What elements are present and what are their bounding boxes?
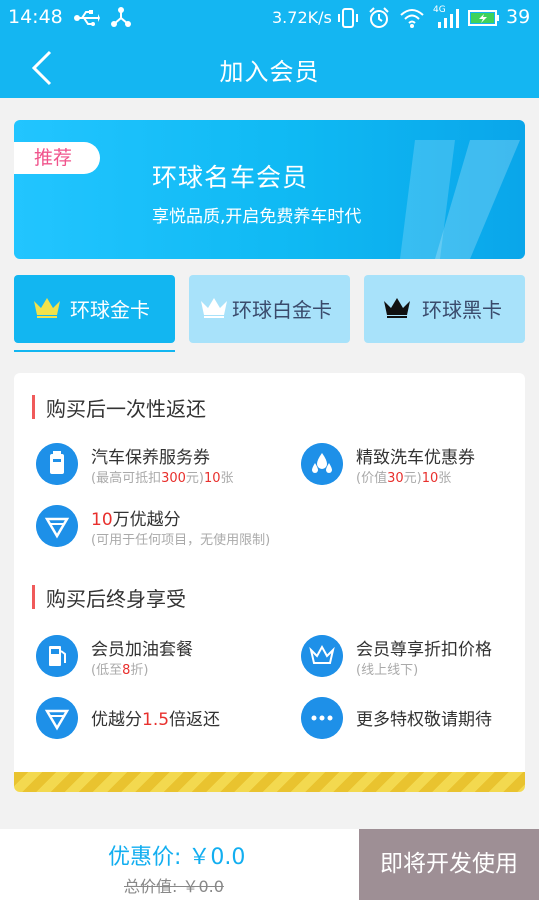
- network-speed: 3.72K/s: [272, 8, 332, 27]
- membership-name: 环球名车会员: [152, 163, 309, 192]
- purchase-button[interactable]: 即将开发使用: [359, 829, 539, 900]
- benefit-title: 汽车保养服务券: [91, 448, 210, 468]
- alarm-icon: [369, 7, 389, 28]
- gold-crown-icon: [34, 298, 60, 318]
- fuel-icon: [36, 635, 78, 677]
- recommend-tag: 推荐: [14, 142, 100, 174]
- status-bar: 14:48 3.72K/s 4G 39: [0, 0, 539, 36]
- member-banner: 推荐 环球名车会员 享悦品质,开启免费养车时代: [14, 120, 525, 259]
- tab-black-card[interactable]: 环球黑卡: [364, 275, 525, 343]
- benefit-subtitle: (最高可抵扣300元)10张: [91, 471, 234, 486]
- active-tab-indicator: [14, 350, 175, 352]
- bottom-bar: 优惠价: ￥0.0 总价值: ￥0.0 即将开发使用: [0, 829, 539, 900]
- benefit-subtitle: (线上线下): [356, 663, 419, 678]
- card-tabs: 环球金卡 环球白金卡 环球黑卡: [14, 275, 525, 355]
- gold-stripe-decoration: [14, 772, 525, 792]
- tab-platinum-card[interactable]: 环球白金卡: [189, 275, 350, 343]
- benefit-subtitle: (价值30元)10张: [356, 471, 452, 486]
- battery-icon: [468, 10, 499, 26]
- signal-icon: [438, 9, 459, 28]
- water-drops-icon: [301, 443, 343, 485]
- section-title-lifetime: 购买后终身享受: [32, 583, 186, 612]
- discount-price: 优惠价: ￥0.0: [108, 845, 246, 870]
- benefit-title: 10万优越分: [91, 510, 181, 530]
- nav-bar: 加入会员: [0, 36, 539, 98]
- diamond-icon: [36, 505, 78, 547]
- vibrate-icon: [338, 8, 358, 28]
- tab-label: 环球黑卡: [422, 298, 502, 322]
- wifi-icon: [400, 9, 424, 28]
- more-dots-icon: [301, 697, 343, 739]
- share-icon: [111, 7, 131, 27]
- usb-icon: [74, 10, 100, 26]
- benefits-card: 购买后一次性返还 汽车保养服务券 (最高可抵扣300元)10张 精致洗车优惠券 …: [14, 373, 525, 792]
- benefit-subtitle: (可用于任何项目，无使用限制): [91, 533, 271, 548]
- battery-level: 39: [506, 6, 531, 28]
- white-crown-icon: [201, 298, 227, 318]
- membership-slogan: 享悦品质,开启免费养车时代: [152, 207, 362, 227]
- tab-label: 环球白金卡: [232, 298, 332, 322]
- page-title: 加入会员: [219, 58, 320, 86]
- black-crown-icon: [384, 298, 410, 318]
- crown-outline-icon: [301, 635, 343, 677]
- benefit-subtitle: (低至8折): [91, 663, 149, 678]
- brand-mark-decoration: [400, 140, 520, 259]
- benefit-title: 会员加油套餐: [91, 640, 193, 660]
- benefit-title: 更多特权敬请期待: [356, 710, 492, 730]
- total-value: 总价值: ￥0.0: [124, 877, 224, 896]
- benefit-title: 会员尊享折扣价格: [356, 640, 492, 660]
- tab-gold-card[interactable]: 环球金卡: [14, 275, 175, 343]
- section-title-one-time: 购买后一次性返还: [32, 393, 206, 422]
- benefit-title: 精致洗车优惠券: [356, 448, 475, 468]
- diamond-icon: [36, 697, 78, 739]
- status-time: 14:48: [8, 6, 63, 28]
- car-service-icon: [36, 443, 78, 485]
- benefit-title: 优越分1.5倍返还: [91, 710, 221, 730]
- tab-label: 环球金卡: [70, 298, 150, 322]
